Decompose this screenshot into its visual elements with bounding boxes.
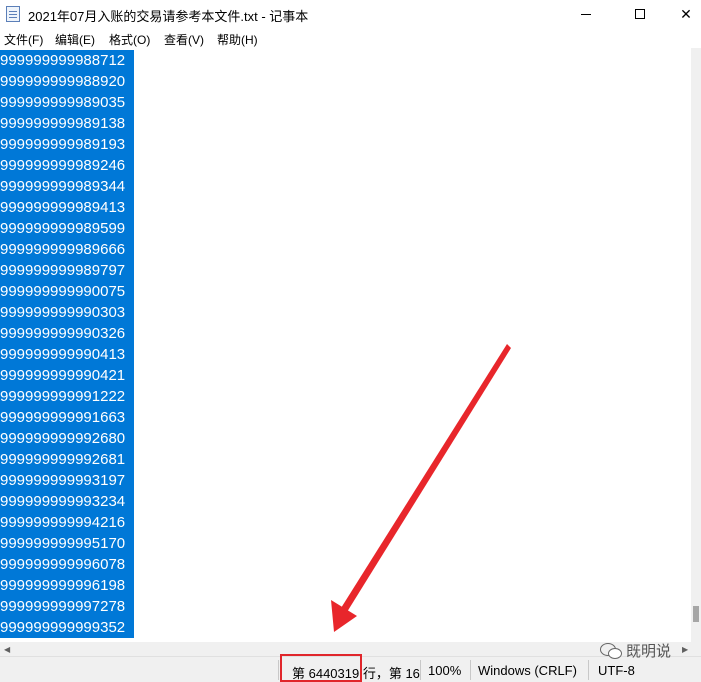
line-ending: Windows (CRLF) <box>478 663 577 678</box>
text-line: 999999999996198 <box>0 575 134 596</box>
vertical-scrollbar[interactable] <box>691 48 701 642</box>
text-line: 999999999990413 <box>0 344 134 365</box>
text-line: 999999999995170 <box>0 533 134 554</box>
menu-bar: 文件(F) 编辑(E) 格式(O) 查看(V) 帮助(H) <box>0 28 701 48</box>
text-line: 999999999989797 <box>0 260 134 281</box>
vertical-scroll-thumb[interactable] <box>693 606 699 622</box>
minimize-icon <box>581 13 591 15</box>
text-line: 999999999990421 <box>0 365 134 386</box>
status-divider <box>278 660 279 680</box>
scroll-left-icon[interactable]: ◀ <box>4 645 10 654</box>
text-line: 999999999989246 <box>0 155 134 176</box>
status-divider <box>420 660 421 680</box>
text-line: 999999999989666 <box>0 239 134 260</box>
menu-edit[interactable]: 编辑(E) <box>55 31 95 48</box>
minimize-button[interactable] <box>563 0 609 28</box>
text-line: 999999999992680 <box>0 428 134 449</box>
text-line: 999999999993197 <box>0 470 134 491</box>
zoom-level: 100% <box>428 663 462 678</box>
editor-lines: 999999999988712 999999999988920 9999999999… <box>0 50 134 638</box>
text-line: 999999999989193 <box>0 134 134 155</box>
text-line: 999999999989344 <box>0 176 134 197</box>
window-title: 2021年07月入账的交易请参考本文件.txt - 记事本 <box>28 9 309 24</box>
text-line: 999999999989138 <box>0 113 134 134</box>
text-line: 999999999992681 <box>0 449 134 470</box>
watermark: 既明说 <box>600 640 671 661</box>
maximize-button[interactable] <box>617 0 663 28</box>
menu-help[interactable]: 帮助(H) <box>217 31 258 48</box>
text-line: 999999999991222 <box>0 386 134 407</box>
wechat-icon <box>600 642 622 659</box>
text-line: 999999999999352 <box>0 617 134 638</box>
menu-format[interactable]: 格式(O) <box>109 31 150 48</box>
encoding: UTF-8 <box>598 663 635 678</box>
status-divider <box>470 660 471 680</box>
text-line: 999999999994216 <box>0 512 134 533</box>
highlight-box <box>280 654 362 682</box>
title-bar: 2021年07月入账的交易请参考本文件.txt - 记事本 ✕ <box>0 0 701 28</box>
text-line: 999999999988920 <box>0 71 134 92</box>
notepad-icon <box>6 6 20 22</box>
watermark-text: 既明说 <box>626 643 672 660</box>
text-line: 999999999993234 <box>0 491 134 512</box>
text-line: 999999999990075 <box>0 281 134 302</box>
text-line: 999999999989413 <box>0 197 134 218</box>
text-line: 999999999988712 <box>0 50 134 71</box>
text-line: 999999999997278 <box>0 596 134 617</box>
text-editor-area[interactable]: 999999999988712 999999999988920 9999999999… <box>0 48 691 642</box>
text-line: 999999999990303 <box>0 302 134 323</box>
scroll-right-icon[interactable]: ▶ <box>682 645 688 654</box>
text-line: 999999999991663 <box>0 407 134 428</box>
menu-file[interactable]: 文件(F) <box>4 31 43 48</box>
close-icon: ✕ <box>680 5 692 22</box>
text-line: 999999999989599 <box>0 218 134 239</box>
maximize-icon <box>635 9 645 19</box>
text-line: 999999999990326 <box>0 323 134 344</box>
text-line: 999999999996078 <box>0 554 134 575</box>
close-button[interactable]: ✕ <box>663 0 701 28</box>
text-line: 999999999989035 <box>0 92 134 113</box>
menu-view[interactable]: 查看(V) <box>164 31 204 48</box>
status-divider <box>588 660 589 680</box>
